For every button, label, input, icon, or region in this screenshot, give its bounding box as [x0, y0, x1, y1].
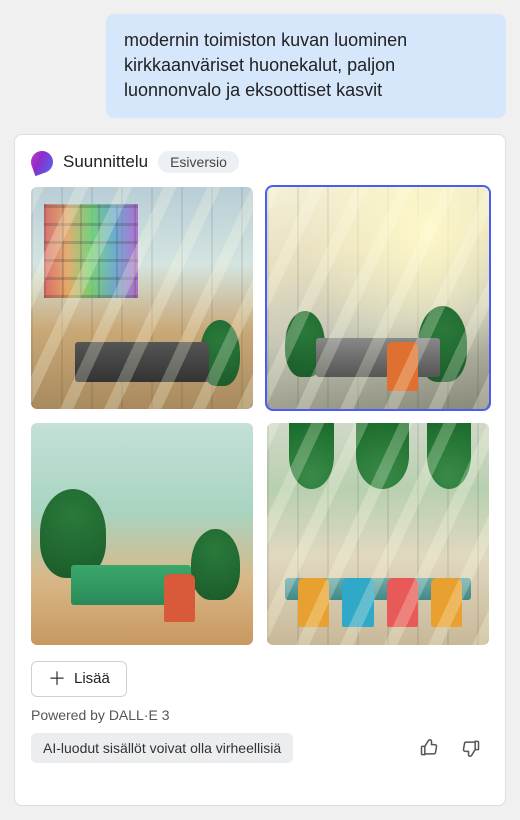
- user-message-text: modernin toimiston kuvan luominen kirkka…: [124, 30, 407, 100]
- ai-disclaimer: AI-luodut sisällöt voivat olla virheelli…: [31, 733, 293, 763]
- generated-image-4[interactable]: [267, 423, 489, 645]
- plus-icon: ＋: [48, 670, 66, 688]
- add-button[interactable]: ＋ Lisää: [31, 661, 127, 697]
- card-header: Suunnittelu Esiversio: [31, 151, 489, 173]
- add-button-label: Lisää: [74, 670, 110, 687]
- card-footer: AI-luodut sisällöt voivat olla virheelli…: [31, 733, 489, 763]
- designer-app-icon: [28, 147, 56, 175]
- generated-image-2[interactable]: [267, 187, 489, 409]
- thumbs-up-icon: [419, 738, 439, 758]
- generated-image-1[interactable]: [31, 187, 253, 409]
- thumbs-down-icon: [461, 738, 481, 758]
- thumbs-up-button[interactable]: [415, 734, 443, 762]
- user-message-bubble: modernin toimiston kuvan luominen kirkka…: [106, 14, 506, 118]
- thumbs-down-button[interactable]: [457, 734, 485, 762]
- response-card: Suunnittelu Esiversio: [14, 134, 506, 806]
- image-grid: [31, 187, 489, 645]
- app-name: Suunnittelu: [63, 152, 148, 172]
- add-row: ＋ Lisää: [31, 661, 489, 697]
- chat-area: modernin toimiston kuvan luominen kirkka…: [0, 0, 520, 128]
- generated-image-3[interactable]: [31, 423, 253, 645]
- feedback-buttons: [415, 734, 489, 762]
- preview-badge: Esiversio: [158, 151, 239, 173]
- powered-by-text: Powered by DALL·E 3: [31, 707, 489, 723]
